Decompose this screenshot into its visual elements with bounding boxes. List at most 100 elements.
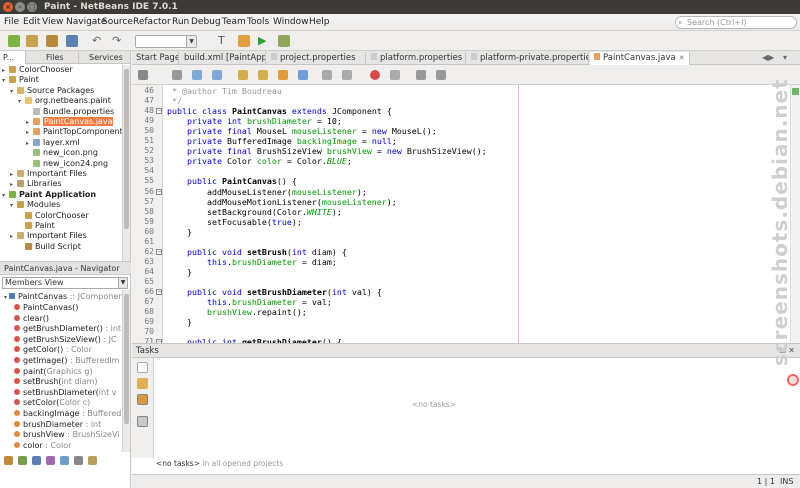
show-file-tasks-icon[interactable]: [137, 362, 148, 373]
tree-item[interactable]: new_icon24.png: [26, 159, 108, 169]
javadoc-icon[interactable]: [88, 456, 97, 465]
shift-right-icon[interactable]: [342, 70, 352, 80]
tree-item[interactable]: ▸ ColorChooser: [2, 65, 73, 75]
tab-projects[interactable]: P...: [0, 51, 26, 64]
toggle-bookmark-icon[interactable]: [298, 70, 308, 80]
navigator-member[interactable]: clear(): [14, 314, 49, 324]
tab-platform-private-properties[interactable]: platform-private.properties: [467, 52, 589, 65]
menu-file[interactable]: File: [4, 17, 19, 27]
menu-refactor[interactable]: Refactor: [133, 17, 171, 27]
show-all-tasks-icon[interactable]: [137, 394, 148, 405]
navigator-member[interactable]: setBrushDiameter(int v: [14, 388, 117, 398]
tab-start-page[interactable]: Start Page: [132, 52, 179, 65]
uncomment-icon[interactable]: [436, 70, 446, 80]
tree-item[interactable]: ▾ Modules: [10, 200, 60, 210]
history-icon[interactable]: [172, 70, 182, 80]
code-editor[interactable]: 46 47 48−49 50 51 52 53 54 55 56−57 58 59 60 61 62−63 6…: [132, 85, 800, 343]
stop-macro-icon[interactable]: [390, 70, 400, 80]
menu-debug[interactable]: Debug: [191, 17, 221, 27]
tree-item[interactable]: ▾ Paint: [2, 75, 39, 85]
filter-static-icon[interactable]: [18, 456, 27, 465]
tree-item[interactable]: ▸ PaintTopComponent: [26, 127, 122, 137]
menu-edit[interactable]: Edit: [23, 17, 40, 27]
tree-item[interactable]: new_icon.png: [26, 148, 98, 158]
tree-item[interactable]: ▸ Important Files: [10, 231, 87, 241]
shift-left-icon[interactable]: [322, 70, 332, 80]
forward-icon[interactable]: [212, 70, 222, 80]
close-window-icon[interactable]: ×: [3, 2, 13, 12]
navigator-member[interactable]: setColor(Color c): [14, 398, 90, 408]
projects-scrollbar[interactable]: [122, 65, 130, 261]
comment-icon[interactable]: [416, 70, 426, 80]
redo-icon[interactable]: ↷: [112, 35, 124, 47]
record-macro-icon[interactable]: [370, 70, 380, 80]
tab-platform-properties[interactable]: platform.properties: [367, 52, 466, 65]
navigator-root[interactable]: ▾ PaintCanvas :: JComponent: [4, 292, 126, 302]
debug-icon[interactable]: [278, 35, 290, 47]
menu-source[interactable]: Source: [102, 17, 133, 27]
sort-name-icon[interactable]: [74, 456, 83, 465]
tab-files[interactable]: Files: [43, 51, 79, 64]
navigator-member[interactable]: PaintCanvas(): [14, 303, 78, 313]
tab-services[interactable]: Services: [86, 51, 131, 64]
filter-nonpublic-icon[interactable]: [32, 456, 41, 465]
navigator-member[interactable]: getColor() : Color: [14, 345, 92, 355]
navigator-scrollbar[interactable]: [122, 290, 130, 452]
navigator-member[interactable]: brushDiameter : int: [14, 420, 101, 430]
menu-tools[interactable]: Tools: [247, 17, 269, 27]
menu-help[interactable]: Help: [309, 17, 330, 27]
save-all-icon[interactable]: [66, 35, 78, 47]
tab-paintcanvas-java[interactable]: PaintCanvas.java ✕: [590, 52, 690, 65]
search-input[interactable]: ⌕ Search (Ctrl+I): [675, 16, 797, 29]
tree-item[interactable]: Paint: [18, 221, 55, 231]
navigator-member[interactable]: getBrushSizeView() : JC: [14, 335, 117, 345]
tab-list-icon[interactable]: ▾: [783, 53, 787, 62]
navigator-member[interactable]: paint(Graphics g): [14, 367, 93, 377]
menu-window[interactable]: Window: [273, 17, 309, 27]
tree-item[interactable]: ▸ layer.xml: [26, 138, 80, 148]
filter-fields-icon[interactable]: [4, 456, 13, 465]
menu-run[interactable]: Run: [172, 17, 189, 27]
open-project-icon[interactable]: [46, 35, 58, 47]
menu-team[interactable]: Team: [222, 17, 246, 27]
tab-project-properties[interactable]: project.properties: [267, 52, 366, 65]
members-view-select[interactable]: Members View ▼: [2, 277, 128, 289]
line-number-gutter[interactable]: 46 47 48−49 50 51 52 53 54 55 56−57 58 59 60 61 62−63 6…: [132, 85, 163, 343]
expand-toggle-icon[interactable]: ▾: [10, 87, 17, 97]
toggle-highlight-icon[interactable]: [278, 70, 288, 80]
new-project-icon[interactable]: [26, 35, 38, 47]
maximize-window-icon[interactable]: □: [27, 2, 37, 12]
show-project-tasks-icon[interactable]: [137, 378, 148, 389]
navigator-member[interactable]: color : Color: [14, 441, 71, 451]
tree-item[interactable]: Build Script: [18, 242, 81, 252]
sort-icon[interactable]: [60, 456, 69, 465]
tree-item[interactable]: ColorChooser: [18, 211, 89, 221]
configuration-select[interactable]: ▼: [135, 35, 197, 48]
close-tab-icon[interactable]: ✕: [679, 54, 685, 62]
expand-toggle-icon[interactable]: ▾: [2, 76, 9, 86]
run-icon[interactable]: ▶: [258, 35, 270, 47]
back-icon[interactable]: [192, 70, 202, 80]
tree-item[interactable]: Bundle.properties: [26, 107, 114, 117]
tree-item[interactable]: ▾ org.netbeans.paint: [18, 96, 111, 106]
tree-item[interactable]: ▸ Libraries: [10, 179, 62, 189]
menu-view[interactable]: View: [42, 17, 63, 27]
code-fold-icon[interactable]: −: [156, 108, 162, 115]
menu-navigate[interactable]: Navigate: [66, 17, 106, 27]
find-previous-icon[interactable]: [238, 70, 248, 80]
navigator-member[interactable]: backingImage : Buffered: [14, 409, 121, 419]
expand-toggle-icon[interactable]: ▾: [2, 191, 9, 201]
navigator-member[interactable]: getBrushDiameter() : int: [14, 324, 121, 334]
navigator-member[interactable]: getImage() : BufferedIm: [14, 356, 119, 366]
tab-nav-left-icon[interactable]: ◀▶: [762, 53, 774, 62]
tree-item[interactable]: ▾ Paint Application: [2, 190, 96, 200]
source-view-icon[interactable]: [138, 70, 148, 80]
navigator-member[interactable]: setBrush(int diam): [14, 377, 98, 387]
hammer-build-icon[interactable]: T: [218, 35, 230, 47]
code-fold-icon[interactable]: −: [156, 289, 162, 295]
filter-icon[interactable]: [137, 416, 148, 427]
code-fold-icon[interactable]: −: [156, 248, 162, 255]
navigator-member[interactable]: brushView : BrushSizeVi: [14, 430, 119, 440]
code-fold-icon[interactable]: −: [156, 188, 162, 195]
find-next-icon[interactable]: [258, 70, 268, 80]
